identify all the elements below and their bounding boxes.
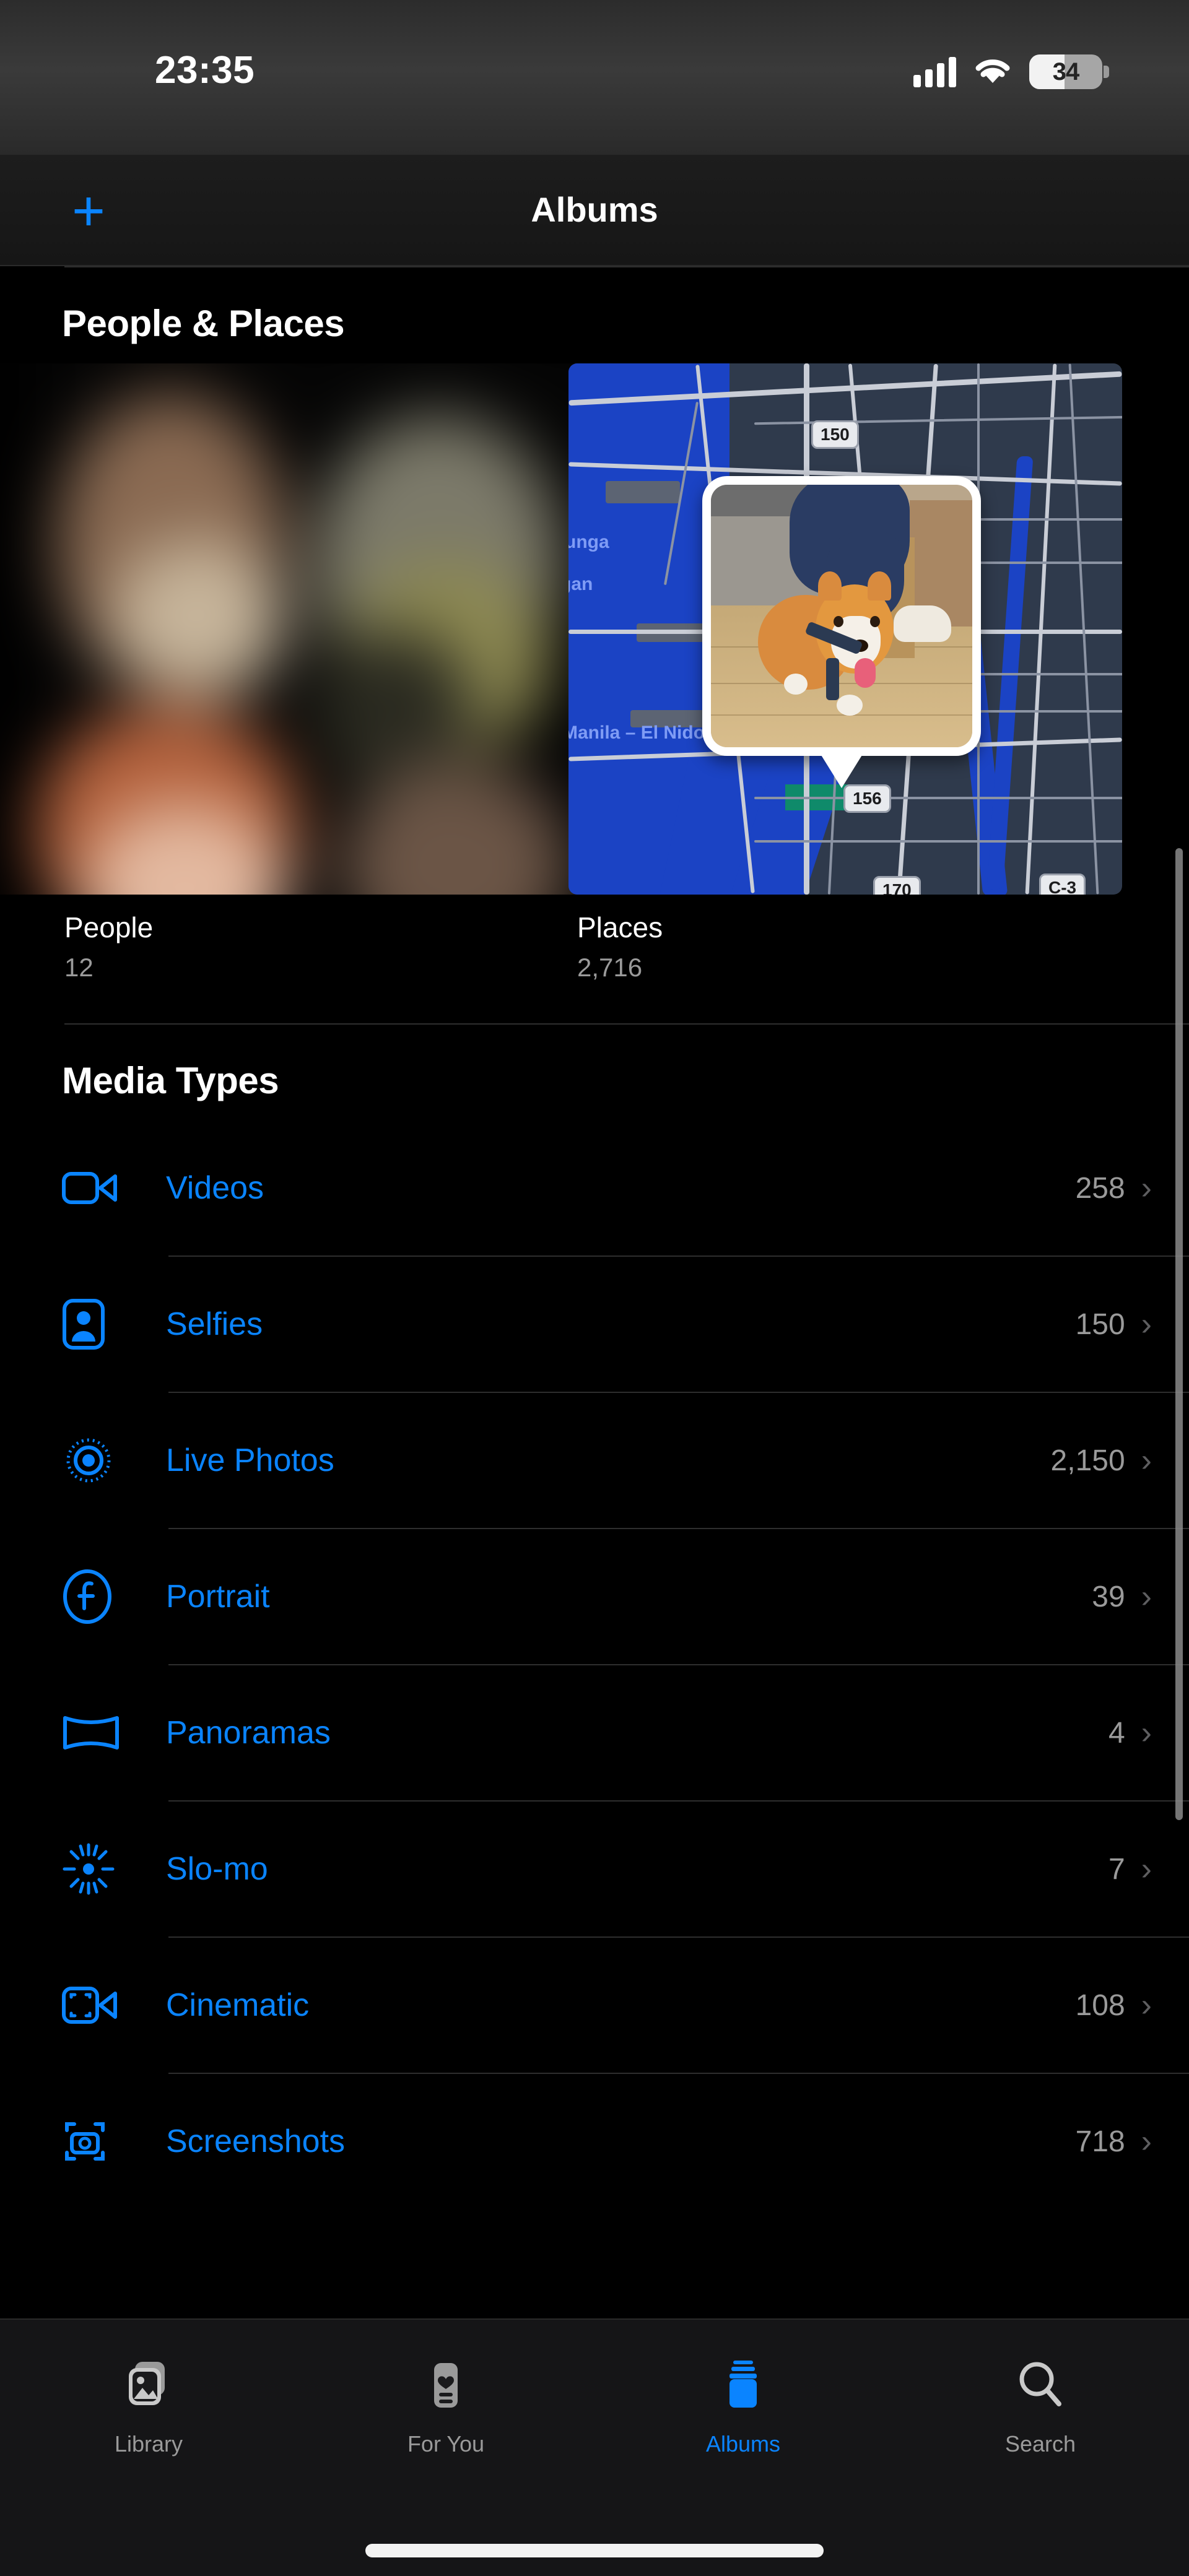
list-item-cinematic[interactable]: Cinematic 108 › [0, 1938, 1189, 2073]
list-item-label: Panoramas [126, 1714, 1108, 1751]
chevron-right-icon: › [1141, 1989, 1152, 2021]
list-item-count: 2,150 [1051, 1444, 1125, 1478]
status-bar-indicators: 34 [913, 54, 1102, 89]
list-item-portrait[interactable]: Portrait 39 › [0, 1529, 1189, 1664]
battery-icon: 34 [1029, 54, 1102, 89]
tab-for-you[interactable]: For You [297, 2356, 594, 2457]
list-item-panoramas[interactable]: Panoramas 4 › [0, 1665, 1189, 1800]
photos-app-screen: 23:35 34 + Albums People & Places [0, 0, 1189, 2576]
media-types-list: Videos 258 › Selfies 150 › Live Photos 2… [0, 1121, 1189, 2209]
album-card-people[interactable]: People 12 [0, 363, 554, 982]
status-bar-clock: 23:35 [155, 48, 255, 92]
screenshot-camera-icon [62, 2117, 126, 2166]
home-indicator[interactable] [365, 2544, 824, 2557]
tab-bar: Library For You Albums Search [0, 2318, 1189, 2576]
section-header-media-types: Media Types [0, 1025, 1189, 1121]
battery-level-text: 34 [1029, 58, 1102, 86]
list-item-label: Screenshots [126, 2123, 1076, 2160]
map-label: gan [568, 574, 593, 595]
panorama-icon [62, 1712, 126, 1754]
map-label: Manila – El Nido [568, 722, 705, 744]
magnifier-icon [1013, 2356, 1068, 2415]
albums-books-icon [716, 2356, 770, 2415]
list-item-label: Cinematic [126, 1987, 1076, 2024]
tab-search[interactable]: Search [892, 2356, 1189, 2457]
list-item-count: 258 [1076, 1171, 1125, 1205]
list-item-label: Portrait [126, 1578, 1092, 1615]
list-item-videos[interactable]: Videos 258 › [0, 1121, 1189, 1255]
tab-label: For You [407, 2431, 484, 2457]
list-item-live-photos[interactable]: Live Photos 2,150 › [0, 1393, 1189, 1528]
places-album-thumbnail[interactable]: 150 156 170 C-3 Manila – El Nido unga ga… [568, 363, 1122, 895]
people-album-thumbnail[interactable] [0, 363, 594, 895]
scroll-indicator[interactable] [1175, 848, 1183, 1820]
album-card-places[interactable]: 150 156 170 C-3 Manila – El Nido unga ga… [568, 363, 1122, 982]
wifi-icon [973, 57, 1012, 87]
list-item-count: 150 [1076, 1308, 1125, 1342]
cinematic-video-icon [62, 1985, 126, 2026]
list-item-count: 108 [1076, 1988, 1125, 2023]
chevron-right-icon: › [1141, 1444, 1152, 1477]
albums-scroll-content[interactable]: People & Places [0, 266, 1189, 2318]
album-card-count: 2,716 [577, 953, 1122, 982]
list-item-label: Selfies [126, 1306, 1076, 1343]
list-item-count: 7 [1108, 1852, 1125, 1886]
tab-label: Albums [706, 2431, 780, 2457]
list-item-label: Slo-mo [126, 1850, 1108, 1888]
list-item-label: Videos [126, 1169, 1076, 1207]
aperture-f-icon [62, 1569, 126, 1624]
album-card-count: 12 [64, 953, 554, 982]
photo-stack-icon [121, 2356, 176, 2415]
status-bar: 23:35 34 [0, 0, 1189, 155]
list-item-slo-mo[interactable]: Slo-mo 7 › [0, 1802, 1189, 1936]
tab-label: Library [115, 2431, 183, 2457]
chevron-right-icon: › [1141, 1308, 1152, 1340]
chevron-right-icon: › [1141, 1172, 1152, 1204]
section-header-people-places: People & Places [0, 267, 1189, 363]
tab-albums[interactable]: Albums [594, 2356, 892, 2457]
live-photo-icon [62, 1434, 126, 1487]
heart-card-icon [419, 2356, 473, 2415]
video-camera-icon [62, 1169, 126, 1207]
chevron-right-icon: › [1141, 2125, 1152, 2158]
list-item-selfies[interactable]: Selfies 150 › [0, 1257, 1189, 1392]
map-background: 150 156 170 C-3 Manila – El Nido unga ga… [568, 363, 1122, 895]
pin-photo-corgi [711, 485, 972, 747]
route-shield: 170 [873, 876, 921, 895]
chevron-right-icon: › [1141, 1581, 1152, 1613]
list-item-count: 4 [1108, 1716, 1125, 1750]
chevron-right-icon: › [1141, 1717, 1152, 1749]
chevron-right-icon: › [1141, 1853, 1152, 1885]
people-places-cards: People 12 [0, 363, 1189, 982]
map-label: unga [568, 532, 609, 553]
tab-label: Search [1005, 2431, 1076, 2457]
album-card-name: People [64, 911, 554, 944]
list-item-count: 39 [1092, 1580, 1125, 1614]
route-shield: C-3 [1039, 874, 1086, 895]
album-card-name: Places [577, 911, 1122, 944]
list-item-screenshots[interactable]: Screenshots 718 › [0, 2074, 1189, 2209]
cellular-signal-icon [913, 56, 956, 87]
selfie-person-icon [62, 1298, 126, 1350]
route-shield: 150 [811, 420, 859, 449]
tab-library[interactable]: Library [0, 2356, 297, 2457]
list-item-count: 718 [1076, 2125, 1125, 2159]
list-item-label: Live Photos [126, 1442, 1051, 1479]
slow-motion-icon [62, 1842, 126, 1896]
navigation-bar: + Albums [0, 155, 1189, 266]
route-shield: 156 [843, 784, 891, 813]
map-photo-pin[interactable] [702, 476, 981, 756]
page-title: Albums [0, 189, 1189, 230]
